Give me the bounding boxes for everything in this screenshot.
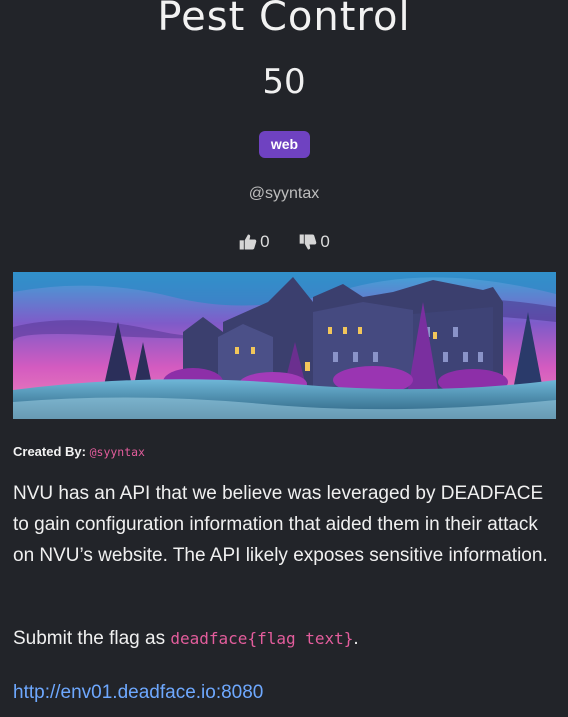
flag-instruction-suffix: . bbox=[353, 628, 359, 649]
haunted-mansion-illustration bbox=[13, 272, 556, 419]
flag-format: deadface{flag text} bbox=[170, 629, 354, 648]
challenge-points: 50 bbox=[262, 62, 306, 102]
created-by-label: Created By: bbox=[13, 444, 86, 459]
challenge-page: Pest Control 50 web @syyntax 0 0 Created… bbox=[0, 0, 568, 717]
challenge-description: NVU has an API that we believe was lever… bbox=[13, 483, 548, 566]
author-handle: @syyntax bbox=[248, 185, 320, 202]
flag-instruction: Submit the flag as deadface{flag text}. bbox=[13, 628, 359, 650]
thumbs-up-icon bbox=[239, 234, 257, 250]
like-count: 0 bbox=[260, 232, 270, 251]
thumbs-down-icon bbox=[300, 234, 317, 250]
challenge-title: Pest Control bbox=[157, 0, 411, 40]
challenge-link[interactable]: http://env01.deadface.io:8080 bbox=[13, 682, 263, 704]
category-badge: web bbox=[259, 131, 310, 158]
like-button[interactable]: 0 bbox=[238, 232, 270, 252]
challenge-banner-image bbox=[13, 272, 556, 419]
dislike-count: 0 bbox=[320, 232, 330, 251]
flag-instruction-prefix: Submit the flag as bbox=[13, 628, 171, 649]
created-by: Created By: @syyntax bbox=[13, 444, 145, 459]
created-by-handle: @syyntax bbox=[89, 445, 145, 459]
dislike-button[interactable]: 0 bbox=[298, 232, 330, 252]
vote-bar: 0 0 bbox=[0, 232, 568, 257]
